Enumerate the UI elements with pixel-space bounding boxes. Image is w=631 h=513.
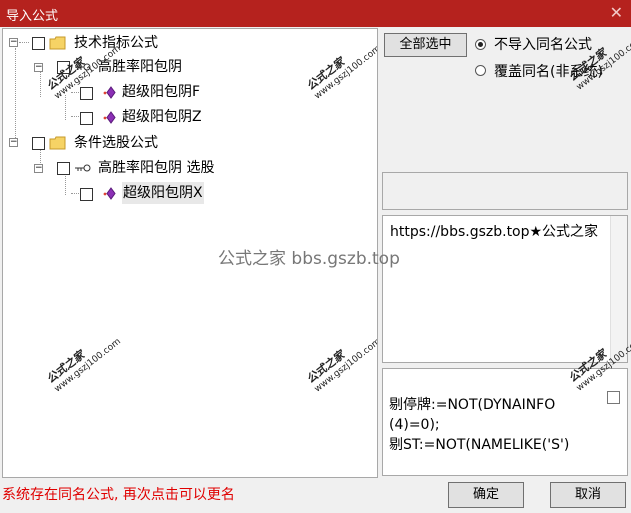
code-checkbox[interactable] [607,391,620,404]
select-all-button[interactable]: 全部选中 [384,33,467,57]
code-line: (4)=0); [389,417,440,433]
description-panel[interactable]: https://bbs.gszb.top★公式之家 [382,215,628,363]
collapse-box-icon[interactable]: − [9,138,18,147]
checkbox-leaf1[interactable] [80,87,93,100]
purple-diamond-icon [103,86,116,99]
checkbox-root1[interactable] [32,37,45,50]
checkbox-root2[interactable] [32,137,45,150]
name-field[interactable] [382,172,628,210]
tree-line [15,48,16,144]
close-icon[interactable]: ✕ [610,3,623,22]
tree-line [65,95,66,120]
collapse-box-icon[interactable]: − [34,63,43,72]
code-line: 剔停牌:=NOT(DYNAINFO [389,397,556,413]
watermark-stamp: 公式之家 www.gszj100.com [304,43,378,102]
radio-no-import[interactable] [475,39,486,50]
code-text: 剔停牌:=NOT(DYNAINFO (4)=0); 剔ST:=NOT(NAMEL… [389,395,569,455]
watermark-stamp: 公式之家 www.gszj100.com [566,34,631,93]
tree-label-leaf2: 超级阳包阴Z [122,109,202,125]
checkbox-leaf3[interactable] [80,188,93,201]
checkbox-child2[interactable] [57,162,70,175]
checkbox-child1[interactable] [57,61,70,74]
radio-overwrite-label: 覆盖同名(非系统) [494,64,603,80]
tree-label-leaf3: 超级阳包阴X [122,182,204,204]
tree-line [40,71,41,97]
radio-overwrite[interactable] [475,65,486,76]
status-message: 系统存在同名公式, 再次点击可以更名 [2,487,235,503]
radio-no-import-label: 不导入同名公式 [494,37,592,53]
watermark-stamp: 公式之家 www.gszj100.com [44,336,123,395]
tree-label-root2: 条件选股公式 [74,135,158,151]
center-watermark: 公式之家 bbs.gszb.top [218,249,400,269]
purple-diamond-icon [103,111,116,124]
cancel-button[interactable]: 取消 [550,482,626,508]
purple-diamond-icon [103,187,116,200]
window-title: 导入公式 [6,9,59,24]
tree-line [19,42,29,43]
description-scrollbar[interactable] [610,216,627,362]
ok-button[interactable]: 确定 [448,482,524,508]
description-text: https://bbs.gszb.top★公式之家 [390,224,599,240]
key-icon [75,63,91,71]
collapse-box-icon[interactable]: − [34,164,43,173]
title-bar: 导入公式 ✕ [0,0,631,27]
collapse-box-icon[interactable]: − [9,38,18,47]
tree-label-leaf1: 超级阳包阴F [122,84,201,100]
tree-line [65,173,66,195]
watermark-stamp: 公式之家 www.gszj100.com [304,336,378,395]
code-panel[interactable]: 剔停牌:=NOT(DYNAINFO (4)=0); 剔ST:=NOT(NAMEL… [382,336,631,476]
tree-label-root1: 技术指标公式 [74,35,158,51]
key-icon [75,164,91,172]
code-line: 剔ST:=NOT(NAMELIKE('S') [389,437,570,453]
checkbox-leaf2[interactable] [80,112,93,125]
folder-icon [49,136,66,150]
folder-icon [49,36,66,50]
tree-label-child1: 高胜率阳包阴 [98,59,182,75]
tree-label-child2: 高胜率阳包阴 选股 [98,160,215,176]
